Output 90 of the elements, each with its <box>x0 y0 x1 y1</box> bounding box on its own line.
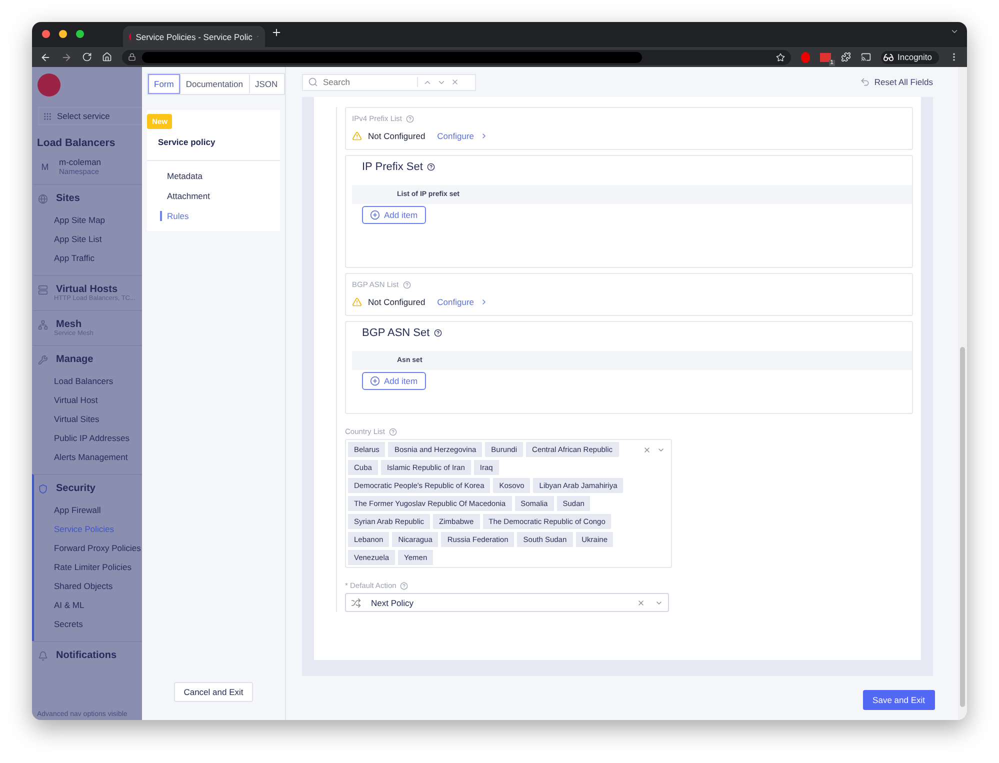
new-tab-icon[interactable] <box>271 27 282 38</box>
back-icon[interactable] <box>40 52 51 62</box>
nav-group-title[interactable]: Mesh <box>56 319 82 330</box>
outline-item[interactable]: Attachment <box>160 191 280 201</box>
extension-icon[interactable] <box>820 52 830 62</box>
nav-icon <box>38 284 48 294</box>
avatar: M <box>40 160 50 174</box>
chevron-down-icon[interactable] <box>950 27 959 36</box>
outline-title: Service policy <box>147 129 280 161</box>
clear-icon[interactable] <box>451 78 459 86</box>
nav-item[interactable]: App Traffic <box>34 248 142 267</box>
outline-item[interactable]: Rules <box>160 211 280 221</box>
country-select[interactable] <box>345 439 672 568</box>
nav-item[interactable]: Rate Limiter Policies <box>34 557 142 576</box>
nav-title: Load Balancers <box>37 137 116 149</box>
incognito-icon <box>882 52 894 62</box>
nav-item[interactable]: App Site Map <box>34 210 142 229</box>
lock-icon <box>128 53 136 61</box>
maximize-dot[interactable] <box>76 30 84 38</box>
add-item-button[interactable]: Add item <box>362 206 426 224</box>
status-text: Not Configured <box>368 131 426 141</box>
minimize-dot[interactable] <box>59 30 67 38</box>
search-icon <box>308 77 318 87</box>
default-action-select[interactable]: Next Policy <box>345 593 669 612</box>
help-icon <box>402 280 411 288</box>
select-service-button[interactable]: Select service <box>38 107 142 125</box>
nav-icon <box>38 194 48 204</box>
view-tab[interactable]: JSON <box>249 74 284 94</box>
search-field[interactable]: Search <box>323 77 418 87</box>
nav-icon <box>38 484 48 494</box>
reset-button[interactable]: Reset All Fields <box>860 77 933 87</box>
warning-icon <box>352 297 362 307</box>
nav-item[interactable]: Alerts Management <box>34 447 142 466</box>
status-text: Not Configured <box>368 297 426 307</box>
puzzle-icon[interactable] <box>840 52 850 62</box>
cancel-button[interactable]: Cancel and Exit <box>174 682 254 702</box>
profile-button[interactable]: Incognito <box>880 50 939 64</box>
cast-icon[interactable] <box>860 52 870 62</box>
plus-icon <box>370 376 380 386</box>
close-dot[interactable] <box>42 30 50 38</box>
undo-icon <box>860 77 870 87</box>
clear-icon[interactable] <box>637 598 645 606</box>
home-icon[interactable] <box>102 52 112 62</box>
tab-title: Service Policies - Service Polic <box>136 32 252 42</box>
search-bar[interactable]: Search <box>302 74 476 90</box>
nav-item[interactable]: Public IP Addresses <box>34 428 142 447</box>
nav-item[interactable]: Secrets <box>34 614 142 633</box>
nav-group-title[interactable]: Virtual Hosts <box>56 284 118 295</box>
nav-group-title[interactable]: Sites <box>56 193 80 204</box>
plus-icon <box>370 210 380 220</box>
nav-item[interactable]: App Site List <box>34 229 142 248</box>
help-icon <box>389 428 398 436</box>
nav-item[interactable]: AI & ML <box>34 595 142 614</box>
reload-icon[interactable] <box>82 52 92 62</box>
nav-item[interactable]: Load Balancers <box>34 371 142 390</box>
shield-icon[interactable] <box>800 52 810 62</box>
nav-item[interactable]: Forward Proxy Policies <box>34 538 142 557</box>
scrollbar[interactable] <box>960 347 965 707</box>
warning-icon <box>352 131 362 141</box>
view-tab[interactable]: Form <box>148 74 180 94</box>
nav-icon <box>38 320 48 330</box>
nav-item[interactable]: App Firewall <box>34 500 142 519</box>
grid-icon <box>43 112 52 120</box>
help-icon <box>434 329 442 337</box>
clear-icon[interactable] <box>643 446 651 454</box>
save-button[interactable]: Save and Exit <box>862 690 935 710</box>
help-icon <box>426 163 435 171</box>
configure-link[interactable]: Configure <box>437 131 474 141</box>
set-title: BGP ASN Set <box>362 327 430 339</box>
nav-item[interactable]: Virtual Host <box>34 390 142 409</box>
nav-group-title[interactable]: Security <box>56 483 96 494</box>
nav-group-title[interactable]: Manage <box>56 354 94 365</box>
nav-icon <box>38 650 48 660</box>
browser-tab[interactable]: Service Policies - Service Polic <box>123 26 265 47</box>
view-tab[interactable]: Documentation <box>180 74 250 94</box>
nav-group-title[interactable]: Notifications <box>56 650 117 661</box>
chevron-down-icon[interactable] <box>657 446 665 454</box>
set-title: IP Prefix Set <box>362 161 423 173</box>
namespace-name: m-coleman <box>59 157 102 167</box>
forward-icon[interactable] <box>61 52 72 62</box>
configure-link[interactable]: Configure <box>437 297 474 307</box>
help-icon <box>400 582 408 590</box>
nav-item[interactable]: Virtual Sites <box>34 409 142 428</box>
nav-item[interactable]: Shared Objects <box>34 576 142 595</box>
add-item-button[interactable]: Add item <box>362 372 426 390</box>
help-icon <box>406 114 414 122</box>
star-icon[interactable] <box>776 52 784 62</box>
nav-icon <box>38 354 48 364</box>
outline-item[interactable]: Metadata <box>160 171 280 181</box>
shuffle-icon <box>351 598 361 608</box>
